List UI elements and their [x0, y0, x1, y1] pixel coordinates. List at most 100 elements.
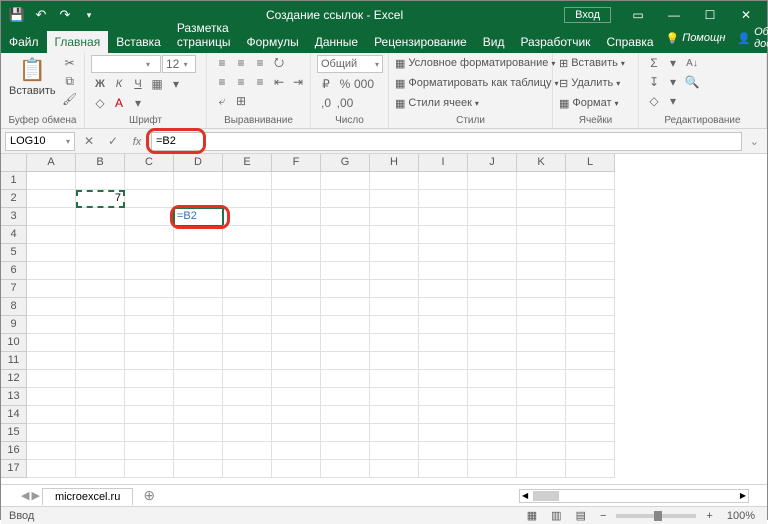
cell[interactable]	[223, 406, 272, 424]
cell[interactable]	[370, 244, 419, 262]
undo-icon[interactable]: ↶	[31, 5, 51, 25]
cell[interactable]	[566, 262, 615, 280]
cell[interactable]	[76, 388, 125, 406]
cell[interactable]	[468, 442, 517, 460]
cell[interactable]	[370, 316, 419, 334]
cell[interactable]	[223, 172, 272, 190]
cell[interactable]	[272, 370, 321, 388]
cell[interactable]	[321, 208, 370, 226]
cell[interactable]	[125, 244, 174, 262]
cell[interactable]	[223, 316, 272, 334]
cell[interactable]	[419, 388, 468, 406]
cell[interactable]	[27, 262, 76, 280]
cell[interactable]	[27, 316, 76, 334]
cell[interactable]	[125, 298, 174, 316]
cell[interactable]	[468, 226, 517, 244]
cell[interactable]	[76, 262, 125, 280]
cell[interactable]	[517, 208, 566, 226]
cell[interactable]	[321, 424, 370, 442]
cell[interactable]: =B2	[174, 208, 223, 226]
cell[interactable]	[27, 244, 76, 262]
tab-formulas[interactable]: Формулы	[238, 31, 306, 53]
cell[interactable]	[468, 190, 517, 208]
tab-home[interactable]: Главная	[47, 31, 109, 53]
cell[interactable]	[370, 406, 419, 424]
cell[interactable]	[517, 316, 566, 334]
cell[interactable]	[517, 424, 566, 442]
autosum-icon[interactable]: Σ	[645, 55, 663, 71]
cell[interactable]	[468, 388, 517, 406]
cell[interactable]	[468, 298, 517, 316]
cell[interactable]	[468, 352, 517, 370]
cell[interactable]	[272, 352, 321, 370]
cell[interactable]	[321, 388, 370, 406]
cell[interactable]	[419, 460, 468, 478]
view-pagebreak-icon[interactable]: ▤	[572, 509, 590, 522]
row-header[interactable]: 2	[1, 190, 27, 208]
cancel-formula-icon[interactable]: ✕	[79, 134, 99, 148]
close-icon[interactable]: ✕	[729, 1, 763, 29]
zoom-slider[interactable]	[616, 514, 696, 518]
cell[interactable]	[566, 370, 615, 388]
cell[interactable]	[223, 334, 272, 352]
cell[interactable]	[517, 388, 566, 406]
view-normal-icon[interactable]: ▦	[523, 509, 541, 522]
cell[interactable]	[76, 226, 125, 244]
cell[interactable]	[321, 442, 370, 460]
cell[interactable]	[27, 388, 76, 406]
row-header[interactable]: 15	[1, 424, 27, 442]
cell[interactable]	[125, 460, 174, 478]
cell[interactable]	[223, 370, 272, 388]
cell[interactable]	[468, 316, 517, 334]
cell[interactable]	[517, 352, 566, 370]
cell[interactable]	[76, 244, 125, 262]
cell[interactable]	[517, 442, 566, 460]
cell[interactable]	[321, 172, 370, 190]
cell[interactable]	[419, 280, 468, 298]
cell[interactable]	[419, 244, 468, 262]
insert-cells-button[interactable]: ⊞ Вставить ▾	[559, 55, 625, 71]
row-header[interactable]: 4	[1, 226, 27, 244]
cell[interactable]	[223, 262, 272, 280]
cell[interactable]	[370, 190, 419, 208]
cell[interactable]: 7	[76, 190, 125, 208]
dec-decimal-icon[interactable]: ,00	[336, 95, 354, 111]
cell[interactable]	[125, 352, 174, 370]
cell[interactable]	[468, 208, 517, 226]
cell[interactable]	[468, 406, 517, 424]
minimize-icon[interactable]: ―	[657, 1, 691, 29]
font-color-icon[interactable]: A	[110, 95, 128, 111]
row-header[interactable]: 14	[1, 406, 27, 424]
row-header[interactable]: 17	[1, 460, 27, 478]
cell[interactable]	[419, 262, 468, 280]
row-header[interactable]: 3	[1, 208, 27, 226]
sheet-nav-next[interactable]: ▶	[31, 489, 39, 502]
cell[interactable]	[321, 190, 370, 208]
cell[interactable]	[272, 172, 321, 190]
cell[interactable]	[223, 208, 272, 226]
cell[interactable]	[27, 370, 76, 388]
col-header[interactable]: K	[517, 154, 566, 172]
cell[interactable]	[174, 334, 223, 352]
align-bot-icon[interactable]: ≡	[251, 55, 269, 71]
format-painter-icon[interactable]: 🖌	[61, 91, 79, 107]
cell[interactable]	[76, 298, 125, 316]
cell[interactable]	[76, 334, 125, 352]
select-all-corner[interactable]	[1, 154, 27, 172]
cell[interactable]	[419, 190, 468, 208]
cell[interactable]	[125, 172, 174, 190]
cell[interactable]	[321, 262, 370, 280]
cell[interactable]	[76, 370, 125, 388]
bold-icon[interactable]: Ж	[91, 76, 109, 92]
view-layout-icon[interactable]: ▥	[547, 509, 565, 522]
col-header[interactable]: B	[76, 154, 125, 172]
cell[interactable]	[272, 388, 321, 406]
cell[interactable]	[419, 208, 468, 226]
cell[interactable]	[76, 406, 125, 424]
fill-icon[interactable]: ↧	[645, 74, 663, 90]
cell[interactable]	[272, 334, 321, 352]
font-size[interactable]: 12▾	[162, 55, 196, 73]
cell[interactable]	[419, 424, 468, 442]
cell[interactable]	[125, 370, 174, 388]
cell[interactable]	[27, 352, 76, 370]
